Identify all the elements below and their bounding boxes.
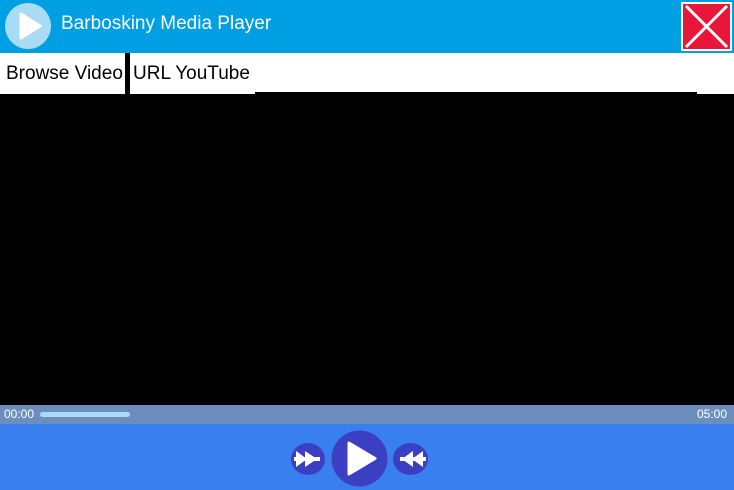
menu-strip-end bbox=[697, 53, 734, 96]
total-time: 05:00 bbox=[697, 407, 728, 421]
app-play-icon bbox=[5, 3, 51, 49]
rewind-icon bbox=[291, 443, 325, 475]
video-display[interactable] bbox=[0, 94, 734, 405]
close-button[interactable] bbox=[681, 2, 732, 51]
menu-bar: Browse Video URL YouTube Video bbox=[0, 53, 734, 96]
title-bar: Barboskiny Media Player bbox=[0, 0, 734, 53]
playback-controls bbox=[0, 424, 734, 490]
browse-video-button[interactable]: Browse Video bbox=[0, 53, 125, 94]
rewind-button[interactable] bbox=[290, 442, 326, 476]
close-icon bbox=[684, 4, 729, 49]
play-icon bbox=[331, 430, 388, 487]
app-title: Barboskiny Media Player bbox=[61, 13, 272, 34]
menu-strip bbox=[255, 53, 698, 92]
current-time: 00:00 bbox=[4, 407, 35, 421]
fast-forward-button[interactable] bbox=[392, 442, 429, 476]
play-button[interactable] bbox=[331, 430, 388, 487]
progress-slider[interactable] bbox=[40, 412, 350, 417]
progress-fill bbox=[40, 412, 130, 417]
fast-forward-icon bbox=[393, 443, 428, 475]
url-youtube-video-button[interactable]: URL YouTube Video bbox=[130, 53, 303, 94]
seek-bar: 00:00 05:00 bbox=[0, 405, 734, 424]
